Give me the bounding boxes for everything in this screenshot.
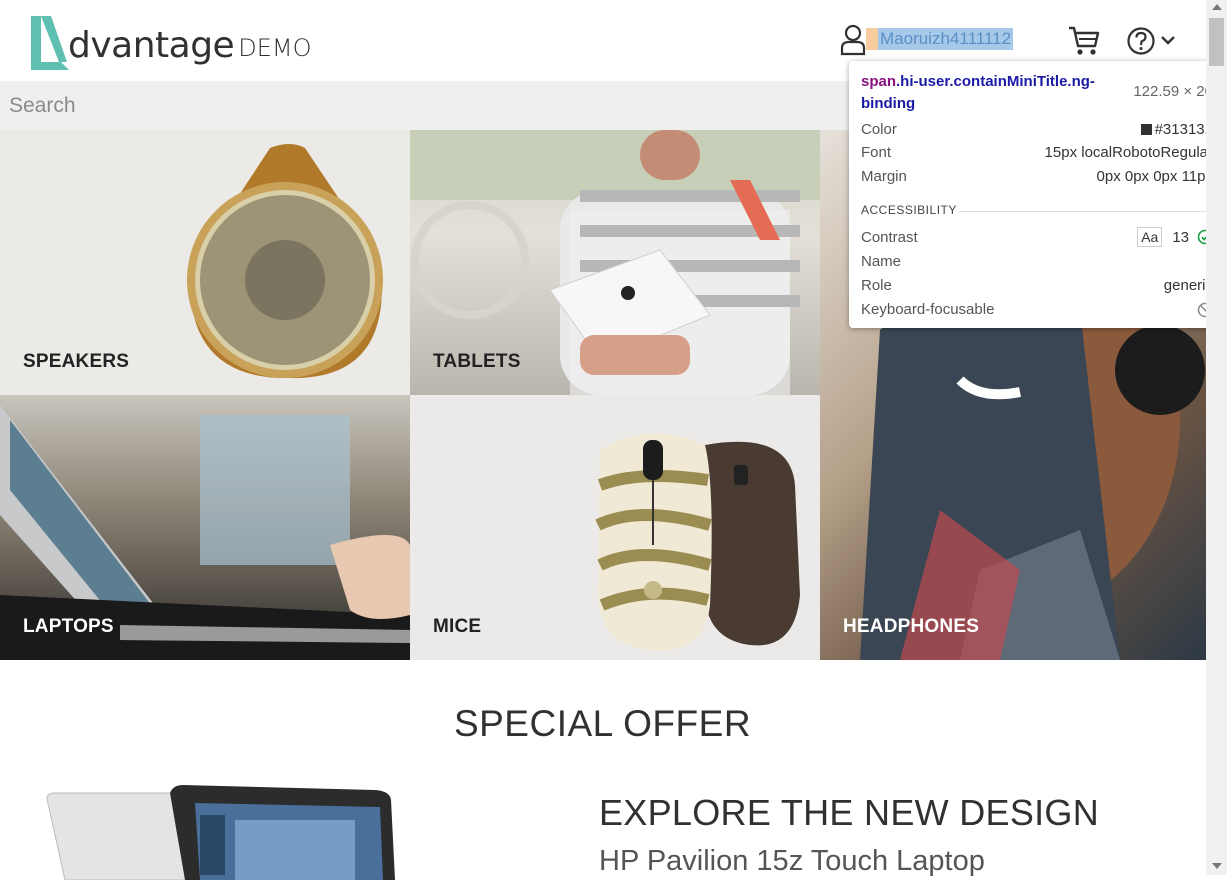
devtools-inspector-tooltip: span.hi-user.containMiniTitle.ng-binding… xyxy=(849,61,1223,328)
category-tile-tablets[interactable]: TABLETS xyxy=(410,130,820,395)
scroll-down-arrow-icon[interactable] xyxy=(1212,863,1222,869)
user-icon[interactable] xyxy=(839,24,867,56)
speaker-image xyxy=(187,144,383,379)
inspector-row-font: Font 15px localRobotoRegular xyxy=(861,142,1213,164)
inspector-font-label: Font xyxy=(861,144,892,161)
category-tile-mice[interactable]: MICE xyxy=(410,395,820,660)
inspector-row-keyboard: Keyboard-focusable xyxy=(861,299,1213,321)
search-input[interactable] xyxy=(9,89,809,123)
offer-product-name[interactable]: HP Pavilion 15z Touch Laptop xyxy=(599,845,985,878)
inspector-color-label: Color xyxy=(861,121,897,138)
special-offer-title: SPECIAL OFFER xyxy=(453,703,752,744)
inspector-row-color: Color #313131 xyxy=(861,119,1213,141)
inspector-contrast-value-wrap: Aa 13 xyxy=(1137,227,1213,249)
user-name-margin-highlight xyxy=(866,28,878,50)
contrast-aa-badge: Aa xyxy=(1137,227,1163,247)
category-label: TABLETS xyxy=(433,351,521,372)
logo-demo: DEMO xyxy=(238,34,312,62)
inspector-color-value-wrap: #313131 xyxy=(1140,119,1213,141)
inspector-row-name: Name xyxy=(861,251,1213,273)
inspector-size: 122.59 × 20 xyxy=(1133,83,1213,100)
inspector-role-label: Role xyxy=(861,277,892,294)
inspector-tag: span xyxy=(861,73,897,90)
inspector-margin-value: 0px 0px 0px 11px xyxy=(1096,168,1213,185)
inspector-section-accessibility: ACCESSIBILITY xyxy=(861,203,957,217)
inspector-row-role: Role generic xyxy=(861,275,1213,297)
offer-laptop-image xyxy=(46,785,395,880)
category-tile-speakers[interactable]: SPEAKERS xyxy=(0,130,410,395)
inspector-margin-label: Margin xyxy=(861,168,907,185)
inspector-contrast-value: 13 xyxy=(1172,229,1189,246)
logo[interactable]: dvantage DEMO xyxy=(29,12,311,70)
cart-icon[interactable] xyxy=(1067,24,1101,58)
inspector-name-label: Name xyxy=(861,253,902,270)
inspector-row-margin: Margin 0px 0px 0px 11px xyxy=(861,166,1213,188)
logo-word: dvantage xyxy=(68,25,235,66)
help-icon[interactable] xyxy=(1126,26,1156,56)
inspector-color-value: #313131 xyxy=(1154,121,1213,138)
inspector-keyboard-label: Keyboard-focusable xyxy=(861,301,995,318)
scroll-thumb[interactable] xyxy=(1209,18,1224,66)
chevron-down-icon[interactable] xyxy=(1159,33,1177,47)
page-scrollbar[interactable] xyxy=(1206,0,1227,875)
scroll-up-arrow-icon[interactable] xyxy=(1212,4,1222,10)
logo-mark-icon xyxy=(31,16,69,70)
user-name[interactable]: Maoruizh4111112 xyxy=(878,28,1014,50)
inspector-contrast-label: Contrast xyxy=(861,229,918,246)
color-swatch xyxy=(1140,124,1152,135)
category-label: HEADPHONES xyxy=(843,616,980,637)
inspector-selector: span.hi-user.containMiniTitle.ng-binding xyxy=(861,71,1131,115)
inspector-font-value: 15px localRobotoRegular xyxy=(1044,144,1213,161)
category-label: LAPTOPS xyxy=(23,616,114,637)
inspector-row-contrast: Contrast Aa 13 xyxy=(861,227,1213,249)
category-label: SPEAKERS xyxy=(23,351,130,372)
section-divider xyxy=(959,211,1213,212)
offer-headline: EXPLORE THE NEW DESIGN xyxy=(599,792,1100,833)
inspector-classes: .hi-user.containMiniTitle.ng-binding xyxy=(861,73,1095,112)
mice-image xyxy=(595,433,800,651)
category-label: MICE xyxy=(433,616,482,637)
category-tile-laptops[interactable]: LAPTOPS xyxy=(0,395,410,660)
